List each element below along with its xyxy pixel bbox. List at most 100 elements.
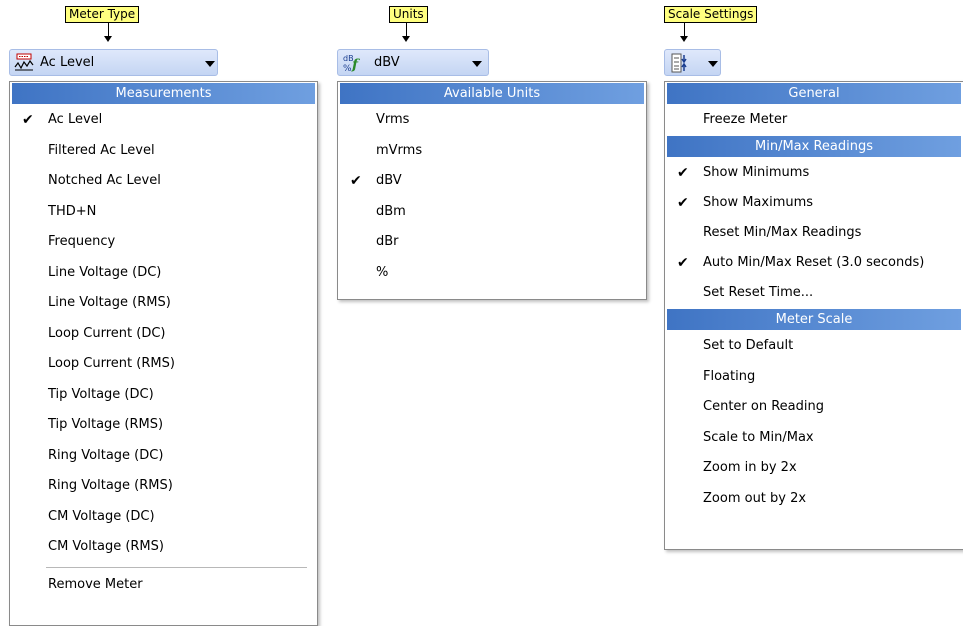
menu-item-label: Loop Current (RMS) (48, 356, 175, 371)
check-icon: ✔ (350, 173, 362, 189)
measurements-list: ✔ Ac Level Filtered Ac Level Notched Ac Lev… (10, 105, 317, 563)
units-arrowhead (402, 36, 410, 42)
menu-item-label: Ac Level (48, 112, 103, 127)
menu-item-filtered-ac-level[interactable]: Filtered Ac Level (10, 136, 317, 167)
menu-separator (46, 566, 307, 568)
menu-item-label: Line Voltage (DC) (48, 264, 162, 280)
units-list: Vrms mVrms ✔ dBV dBm dBr% (338, 105, 646, 288)
menu-item-notched-ac-level[interactable]: Notched Ac Level (10, 166, 317, 197)
chevron-down-icon (472, 61, 482, 67)
minmax-readings-header: Min/Max Readings (667, 136, 961, 157)
menu-item-label: Zoom out by 2x (703, 490, 807, 506)
menu-item-loop-current-dc[interactable]: Loop Current (DC) (10, 319, 317, 350)
menu-item-floating[interactable]: Floating (665, 362, 963, 393)
menu-item-label: Filtered Ac Level (48, 142, 155, 158)
menu-item-label: Line Voltage (RMS) (48, 295, 171, 310)
check-icon: ✔ (677, 255, 689, 271)
scale-settings-arrowhead (680, 36, 688, 42)
units-callout: Units (389, 6, 428, 23)
menu-item-reset-min-max-readings[interactable]: Reset Min/Max Readings (665, 218, 963, 248)
available-units-header: Available Units (340, 83, 644, 104)
menu-item-label: Show Minimums (703, 165, 810, 180)
menu-item-show-minimums[interactable]: ✔ Show Minimums (665, 158, 963, 188)
general-header: General (667, 83, 961, 104)
freeze-meter-item[interactable]: Freeze Meter (665, 105, 963, 135)
menu-item-label: Loop Current (DC) (48, 325, 166, 341)
menu-item-label: Tip Voltage (RMS) (48, 417, 164, 432)
db-units-icon: dB % f (343, 54, 361, 73)
minmax-list: ✔ Show Minimums ✔ Show Maximums Reset Min/Ma… (665, 158, 963, 308)
menu-item-thd-n[interactable]: THD+N (10, 197, 317, 228)
menu-item-label: Scale to Min/Max (703, 429, 814, 445)
menu-item-zoom-in-by-2x[interactable]: Zoom in by 2x (665, 453, 963, 484)
menu-item-line-voltage-dc[interactable]: Line Voltage (DC) (10, 258, 317, 289)
scale-settings-callout: Scale Settings (664, 6, 758, 23)
menu-item-scale-to-min-max[interactable]: Scale to Min/Max (665, 423, 963, 454)
menu-item-line-voltage-rms[interactable]: Line Voltage (RMS) (10, 288, 317, 319)
scale-settings-icon (671, 53, 687, 73)
menu-item-label: Ring Voltage (RMS) (48, 478, 173, 493)
menu-item-set-to-default[interactable]: Set to Default (665, 331, 963, 362)
menu-item-label: Center on Reading (703, 399, 824, 414)
menu-item-label: Frequency (48, 234, 116, 249)
menu-item-label: Ring Voltage (DC) (48, 447, 164, 463)
menu-item-label: THD+N (48, 203, 97, 219)
svg-text:f: f (351, 57, 361, 73)
remove-meter-label: Remove Meter (48, 576, 143, 592)
meter-chart-icon (14, 53, 34, 71)
menu-item-label: Tip Voltage (DC) (48, 386, 154, 402)
measurements-header: Measurements (12, 83, 315, 104)
menu-item-label: Set Reset Time... (703, 285, 814, 300)
freeze-meter-label: Freeze Meter (703, 112, 788, 127)
menu-item-label: Floating (703, 368, 756, 384)
menu-item-vrms[interactable]: Vrms (338, 105, 646, 136)
menu-item-ac-level[interactable]: ✔ Ac Level (10, 105, 317, 136)
menu-item-zoom-out-by-2x[interactable]: Zoom out by 2x (665, 484, 963, 515)
menu-item-auto-min-max-reset-3-0-seconds[interactable]: ✔ Auto Min/Max Reset (3.0 seconds) (665, 248, 963, 278)
svg-text:%: % (343, 64, 352, 73)
menu-item-percent[interactable]: % (338, 258, 646, 289)
menu-item-label: mVrms (376, 142, 423, 158)
menu-item-ring-voltage-dc[interactable]: Ring Voltage (DC) (10, 441, 317, 472)
menu-item-show-maximums[interactable]: ✔ Show Maximums (665, 188, 963, 218)
menu-item-label: Show Maximums (703, 195, 814, 210)
remove-meter-item[interactable]: Remove Meter (10, 572, 317, 598)
menu-item-frequency[interactable]: Frequency (10, 227, 317, 258)
meter-scale-list: Set to Default Floating Center on Reading S… (665, 331, 963, 514)
menu-item-dbm[interactable]: dBm (338, 197, 646, 228)
menu-item-label: CM Voltage (RMS) (48, 539, 164, 554)
menu-item-tip-voltage-dc[interactable]: Tip Voltage (DC) (10, 380, 317, 411)
menu-item-cm-voltage-rms[interactable]: CM Voltage (RMS) (10, 532, 317, 563)
menu-item-label: Set to Default (703, 338, 794, 353)
menu-item-dbv[interactable]: ✔ dBV (338, 166, 646, 197)
chevron-down-icon (205, 61, 215, 67)
menu-item-ring-voltage-rms[interactable]: Ring Voltage (RMS) (10, 471, 317, 502)
chevron-down-icon (708, 61, 718, 67)
menu-item-loop-current-rms[interactable]: Loop Current (RMS) (10, 349, 317, 380)
check-icon: ✔ (22, 112, 34, 128)
menu-item-cm-voltage-dc[interactable]: CM Voltage (DC) (10, 502, 317, 533)
menu-item-dbr[interactable]: dBr (338, 227, 646, 258)
menu-item-label: Zoom in by 2x (703, 460, 797, 475)
menu-item-label: Reset Min/Max Readings (703, 225, 862, 240)
menu-item-mvrms[interactable]: mVrms (338, 136, 646, 167)
scale-settings-menu: General Freeze Meter Min/Max Readings ✔ S… (664, 81, 963, 550)
meter-type-arrowhead (104, 36, 112, 42)
menu-item-label: dBm (376, 203, 406, 219)
menu-item-label: Notched Ac Level (48, 173, 161, 188)
meter-type-selected: Ac Level (40, 55, 95, 70)
menu-item-label: Vrms (376, 112, 410, 127)
meter-scale-header: Meter Scale (667, 309, 961, 330)
menu-item-center-on-reading[interactable]: Center on Reading (665, 392, 963, 423)
units-selected: dBV (374, 55, 400, 70)
check-icon: ✔ (677, 195, 689, 211)
menu-item-label: CM Voltage (DC) (48, 508, 155, 524)
units-dropdown[interactable]: dB % f dBV (337, 49, 489, 76)
scale-settings-dropdown[interactable] (664, 49, 721, 76)
menu-item-set-reset-time[interactable]: Set Reset Time... (665, 278, 963, 308)
measurements-menu: Measurements ✔ Ac Level Filtered Ac Level N… (9, 81, 318, 626)
meter-type-dropdown[interactable]: Ac Level (9, 49, 218, 76)
menu-item-label: Auto Min/Max Reset (3.0 seconds) (703, 255, 925, 270)
menu-item-label: dBV (376, 173, 402, 188)
menu-item-tip-voltage-rms[interactable]: Tip Voltage (RMS) (10, 410, 317, 441)
